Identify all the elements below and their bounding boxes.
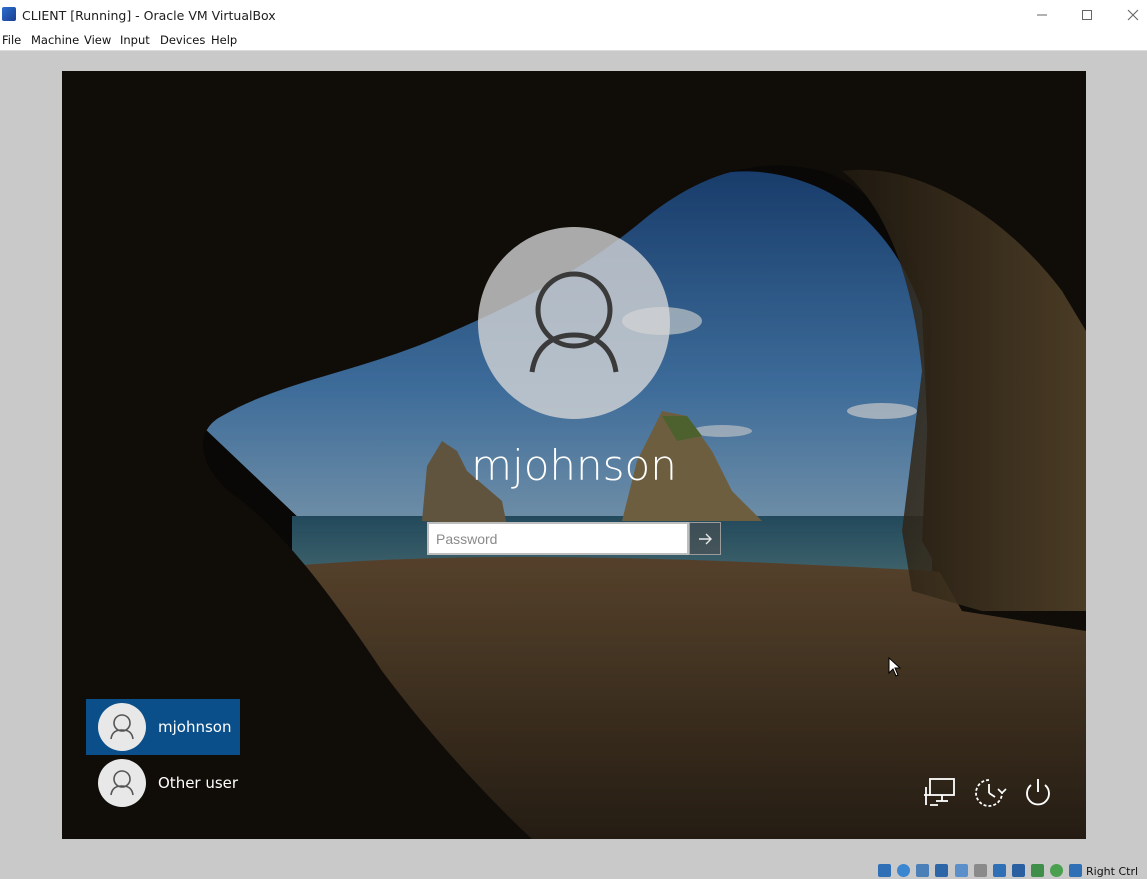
virtualbox-icon xyxy=(2,7,16,21)
login-username: mjohnson xyxy=(471,441,677,490)
accessibility-button[interactable] xyxy=(971,775,1007,811)
user-icon xyxy=(529,271,619,373)
network-adapter-icon[interactable] xyxy=(935,864,948,877)
keyboard-icon[interactable] xyxy=(1069,864,1082,877)
menu-file[interactable]: File xyxy=(2,33,21,47)
menu-input[interactable]: Input xyxy=(120,33,150,47)
arrow-right-icon xyxy=(699,533,712,544)
user-tile-mjohnson[interactable]: mjohnson xyxy=(86,699,240,755)
video-capture-icon[interactable] xyxy=(1012,864,1025,877)
mouse-integration-icon[interactable] xyxy=(1050,864,1063,877)
hard-disk-icon[interactable] xyxy=(878,864,891,877)
user-icon xyxy=(110,770,134,796)
maximize-button[interactable] xyxy=(1064,0,1109,30)
user-tile-other-user[interactable]: Other user xyxy=(86,755,240,811)
display-icon[interactable] xyxy=(993,864,1006,877)
password-input[interactable] xyxy=(429,524,686,553)
password-field-container xyxy=(427,522,689,555)
network-button[interactable] xyxy=(922,775,958,811)
usb-icon[interactable] xyxy=(955,864,968,877)
user-icon xyxy=(110,714,134,740)
mouse-cursor-icon xyxy=(888,657,902,677)
menu-machine[interactable]: Machine xyxy=(31,33,79,47)
menu-devices[interactable]: Devices xyxy=(160,33,205,47)
user-tile-label: Other user xyxy=(158,774,239,792)
shared-folders-icon[interactable] xyxy=(974,864,987,877)
audio-icon[interactable] xyxy=(916,864,929,877)
status-bar: Right Ctrl xyxy=(0,860,1147,879)
user-tile-label: mjohnson xyxy=(158,718,232,736)
sign-in-submit-button[interactable] xyxy=(689,522,721,555)
title-bar: CLIENT [Running] - Oracle VM VirtualBox xyxy=(0,0,1147,32)
minimize-icon xyxy=(1036,14,1047,16)
menu-bar: File Machine View Input Devices Help xyxy=(0,31,1147,51)
cpu-icon[interactable] xyxy=(1031,864,1044,877)
maximize-icon xyxy=(1081,10,1092,20)
close-icon xyxy=(1127,9,1138,21)
user-avatar-small xyxy=(98,703,146,751)
minimize-button[interactable] xyxy=(1019,0,1064,30)
network-icon xyxy=(924,778,955,806)
power-button[interactable] xyxy=(1020,775,1056,811)
user-avatar-large xyxy=(478,227,670,419)
user-avatar-small xyxy=(98,759,146,807)
optical-drive-icon[interactable] xyxy=(897,864,910,877)
accessibility-icon xyxy=(975,779,1007,807)
host-key-label: Right Ctrl xyxy=(1086,865,1139,878)
close-button[interactable] xyxy=(1110,0,1147,30)
menu-help[interactable]: Help xyxy=(211,33,237,47)
menu-view[interactable]: View xyxy=(84,33,111,47)
vm-display[interactable]: mjohnson mjohnson Other user xyxy=(62,71,1086,839)
power-icon xyxy=(1026,779,1050,806)
window-title: CLIENT [Running] - Oracle VM VirtualBox xyxy=(22,8,276,23)
